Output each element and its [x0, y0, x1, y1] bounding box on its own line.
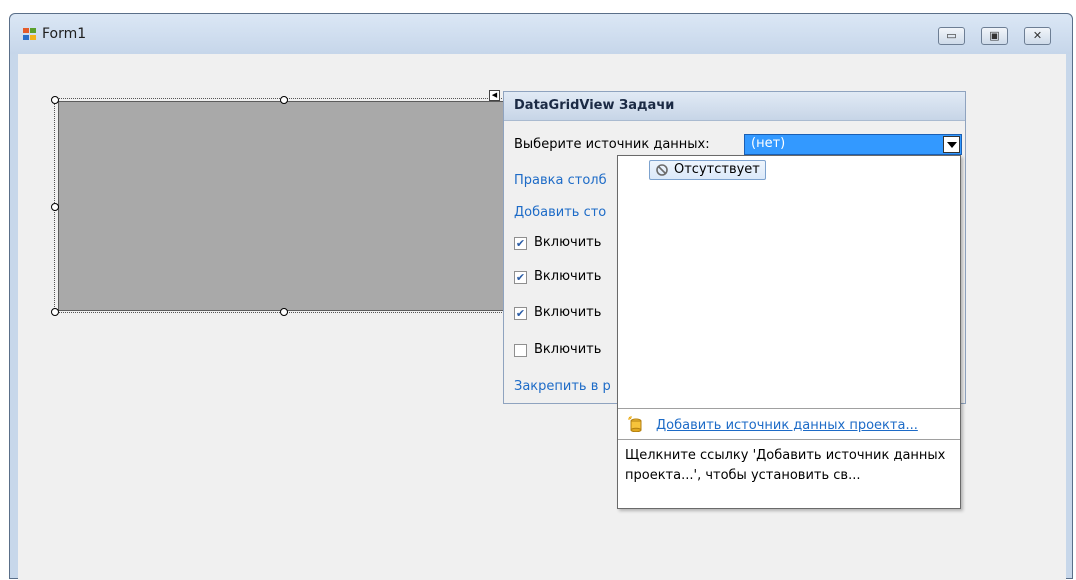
resize-handle-top-left[interactable] [51, 96, 59, 104]
dock-in-parent-link[interactable]: Закрепить в р [514, 379, 611, 394]
close-button[interactable]: ✕ [1024, 27, 1051, 45]
enable-reorder-label: Включить [534, 342, 602, 357]
none-option-label: Отсутствует [674, 162, 760, 177]
resize-handle-bottom-left[interactable] [51, 308, 59, 316]
dropdown-separator [618, 408, 960, 409]
resize-handle-left[interactable] [51, 203, 59, 211]
add-data-source-link[interactable]: Добавить источник данных проекта... [656, 418, 918, 433]
add-column-link[interactable]: Добавить сто [514, 205, 606, 220]
edit-columns-link[interactable]: Правка столб [514, 173, 607, 188]
enable-reorder-checkbox[interactable] [514, 344, 527, 357]
enable-deleting-checkbox[interactable]: ✔ [514, 307, 527, 320]
maximize-button[interactable]: ▣ [981, 27, 1008, 45]
smart-tag-glyph-icon[interactable]: ◀ [489, 90, 500, 101]
dropdown-separator-2 [618, 439, 960, 440]
no-entry-icon [656, 164, 668, 176]
enable-adding-checkbox[interactable]: ✔ [514, 237, 527, 250]
enable-deleting-label: Включить [534, 305, 602, 320]
data-source-label: Выберите источник данных: [514, 137, 710, 152]
window-title: Form1 [42, 26, 87, 42]
minimize-button[interactable]: ▭ [938, 27, 965, 45]
enable-editing-label: Включить [534, 269, 602, 284]
chevron-down-icon[interactable] [943, 136, 960, 153]
enable-editing-checkbox[interactable]: ✔ [514, 271, 527, 284]
form-icon [23, 28, 37, 41]
add-data-source-icon [628, 416, 642, 432]
none-option[interactable]: Отсутствует [649, 160, 766, 180]
data-source-value: (нет) [751, 136, 786, 151]
resize-handle-top[interactable] [280, 96, 288, 104]
enable-adding-label: Включить [534, 235, 602, 250]
title-bar[interactable]: Form1 ▭ ▣ ✕ [10, 14, 1072, 54]
data-source-combo[interactable]: (нет) [744, 134, 962, 155]
resize-handle-bottom[interactable] [280, 308, 288, 316]
smart-tag-title: DataGridView Задачи [514, 98, 675, 113]
smart-tag-header: DataGridView Задачи [504, 92, 965, 121]
data-source-dropdown: Отсутствует Добавить источник данных про… [617, 155, 961, 509]
datagridview-control[interactable] [58, 101, 505, 311]
hint-text: Щелкните ссылку 'Добавить источник данны… [625, 448, 946, 483]
